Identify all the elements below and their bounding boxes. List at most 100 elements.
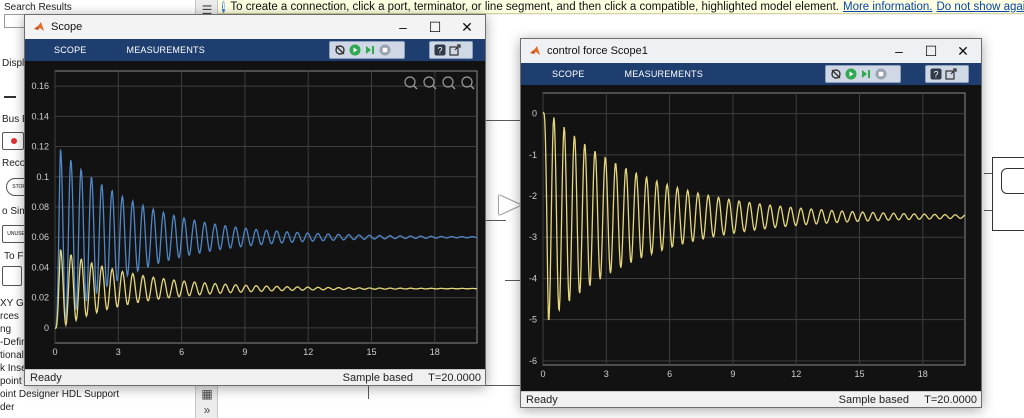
help-controls: ? (429, 41, 473, 59)
y-tick-label: 0.08 (31, 202, 49, 212)
block-icon[interactable]: ▦ (199, 386, 215, 402)
signal-line[interactable] (984, 210, 992, 211)
library-item[interactable]: der (0, 402, 14, 413)
run-icon[interactable] (347, 43, 362, 57)
maximize-button[interactable]: ☐ (419, 15, 451, 39)
zoom-in-icon[interactable] (423, 76, 437, 90)
subsystem-block[interactable] (992, 157, 1024, 231)
pan-icon[interactable] (404, 76, 418, 90)
tab-measurements[interactable]: MEASUREMENTS (625, 69, 703, 79)
plot-area[interactable]: 0 3 6 9 12 15 18 0 0.02 0.04 0.06 0.08 0.1 0.12 0.14 0.… (25, 61, 485, 369)
x-tick-label: 18 (430, 347, 440, 357)
status-bar: Ready Sample based T=20.0000 (521, 391, 981, 407)
step-forward-icon[interactable] (858, 67, 873, 81)
help-controls: ? (925, 65, 969, 83)
y-tick-label: 0.1 (36, 172, 49, 182)
signal-line[interactable] (486, 220, 506, 221)
status-ready: Ready (526, 393, 558, 406)
x-tick-label: 6 (179, 347, 184, 357)
plot-area[interactable]: 0 3 6 9 12 15 18 -6 -5 -4 -3 -2 -1 0 (521, 85, 981, 391)
y-tick-label: -6 (529, 356, 537, 366)
library-item[interactable]: -Defin (0, 337, 27, 348)
y-tick-label: -2 (529, 191, 537, 201)
x-tick-label: 18 (918, 369, 928, 379)
pin-icon[interactable] (828, 67, 843, 81)
scope1-chart[interactable]: 0 3 6 9 12 15 18 -6 -5 -4 -3 -2 -1 0 (521, 85, 981, 391)
help-icon[interactable]: ? (928, 67, 943, 81)
y-tick-label: -5 (529, 315, 537, 325)
help-icon[interactable]: ? (432, 43, 447, 57)
maximize-button[interactable]: ☐ (915, 39, 947, 63)
matlab-logo-icon (530, 46, 540, 55)
x-tick-label: 15 (854, 369, 864, 379)
x-tick-label: 15 (366, 347, 376, 357)
library-item[interactable]: oint Designer HDL Support (0, 389, 119, 400)
x-tick-label: 3 (604, 369, 609, 379)
y-tick-label: 0.12 (31, 142, 49, 152)
tab-scope[interactable]: SCOPE (54, 45, 87, 55)
toolstrip: SCOPE MEASUREMENTS ? (521, 63, 981, 85)
simulation-controls (329, 41, 405, 59)
scope-window: Scope – ☐ ✕ SCOPE MEASUREMENTS ? 0 3 6 9 12 1… (24, 14, 486, 386)
info-message: To create a connection, click a port, te… (230, 0, 839, 13)
stop-icon[interactable] (377, 43, 392, 57)
y-tick-label: 0 (532, 109, 537, 119)
search-results-title: Search Results (4, 2, 72, 13)
more-information-link[interactable]: More information. (843, 1, 932, 13)
to-file-block[interactable] (2, 266, 22, 286)
scope-chart[interactable]: 0 3 6 9 12 15 18 0 0.02 0.04 0.06 0.08 0.1 0.12 0.14 0.… (25, 61, 485, 369)
y-tick-label: -4 (529, 273, 537, 283)
minimize-button[interactable]: – (883, 39, 915, 63)
undock-icon[interactable] (943, 67, 958, 81)
stop-icon[interactable] (873, 67, 888, 81)
tab-scope[interactable]: SCOPE (552, 69, 585, 79)
library-item[interactable]: rces (0, 311, 19, 322)
fit-icon[interactable] (461, 76, 475, 90)
status-bar: Ready Sample based T=20.0000 (25, 369, 485, 385)
library-item[interactable]: ng (0, 324, 11, 335)
step-forward-icon[interactable] (362, 43, 377, 57)
do-not-show-again-link[interactable]: Do not show again (936, 1, 1024, 13)
title-bar[interactable]: control force Scope1 – ☐ ✕ (521, 39, 981, 63)
expand-more-icon[interactable]: » (199, 402, 215, 418)
x-tick-label: 0 (52, 347, 57, 357)
x-tick-label: 6 (667, 369, 672, 379)
pin-icon[interactable] (332, 43, 347, 57)
matlab-logo-icon (34, 22, 44, 31)
info-icon: i (222, 0, 226, 13)
run-icon[interactable] (843, 67, 858, 81)
y-tick-label: -3 (529, 232, 537, 242)
close-button[interactable]: ✕ (947, 39, 979, 63)
undock-icon[interactable] (447, 43, 462, 57)
gain-block[interactable] (499, 195, 521, 215)
info-bar: i To create a connection, click a port, … (218, 0, 1024, 14)
x-tick-label: 12 (791, 369, 801, 379)
library-item[interactable]: tional (0, 350, 24, 361)
toolstrip: SCOPE MEASUREMENTS ? (25, 39, 485, 61)
record-block[interactable] (2, 132, 24, 150)
status-time: T=20.0000 (428, 371, 481, 384)
x-tick-label: 9 (242, 347, 247, 357)
window-title: Scope (51, 21, 83, 33)
minimize-button[interactable]: – (387, 15, 419, 39)
y-tick-label: 0.14 (31, 111, 49, 121)
status-ready: Ready (30, 371, 62, 384)
y-tick-label: 0.04 (31, 262, 49, 272)
scope1-window: control force Scope1 – ☐ ✕ SCOPE MEASURE… (520, 38, 982, 408)
window-title: control force Scope1 (547, 45, 648, 57)
status-time: T=20.0000 (924, 393, 977, 406)
y-tick-label: 0.02 (31, 293, 49, 303)
library-item[interactable]: Displ (2, 58, 24, 69)
title-bar[interactable]: Scope – ☐ ✕ (25, 15, 485, 39)
y-tick-label: -1 (529, 150, 537, 160)
tab-measurements[interactable]: MEASUREMENTS (127, 45, 205, 55)
signal-line[interactable] (368, 385, 369, 399)
status-mode: Sample based (838, 393, 909, 406)
library-item[interactable]: k Inse (0, 363, 27, 374)
zoom-out-icon[interactable] (442, 76, 456, 90)
svg-text:?: ? (933, 70, 938, 80)
bus-block-icon (4, 92, 16, 102)
signal-line[interactable] (505, 280, 521, 281)
close-button[interactable]: ✕ (451, 15, 483, 39)
signal-line[interactable] (984, 173, 992, 174)
